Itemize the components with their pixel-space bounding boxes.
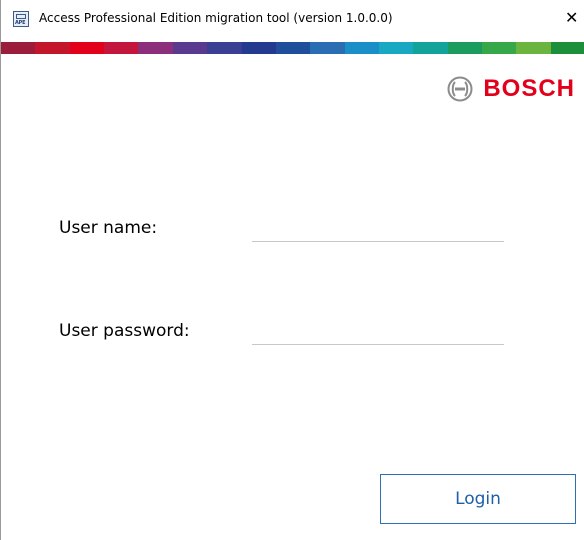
user-name-label: User name: [59,218,158,238]
app-icon: APE [13,11,29,27]
brand-color-segment [447,42,483,54]
brand-color-segment [516,42,551,54]
brand-color-segment [138,42,173,54]
brand-color-segment [482,42,517,54]
bosch-armature-icon [447,76,473,102]
window-title: Access Professional Edition migration to… [39,11,393,25]
brand-color-segment [104,42,139,54]
brand-color-segment [35,42,70,54]
app-icon-label: APE [15,20,26,26]
close-button[interactable]: ✕ [565,6,584,30]
user-password-label: User password: [59,321,190,341]
login-button[interactable]: Login [380,474,576,524]
user-password-field[interactable] [252,318,504,345]
brand-color-segment [1,42,36,54]
title-bar[interactable]: APE Access Professional Edition migratio… [1,0,584,42]
brand-color-segment [550,42,584,54]
brand-color-segment [207,42,242,54]
brand-color-segment [413,42,448,54]
brand-color-segment [69,42,105,54]
brand-color-segment [172,42,208,54]
user-name-field[interactable] [252,215,504,242]
app-icon-grid [16,14,26,19]
brand-color-segment [241,42,276,54]
logo-text: BOSCH [483,75,575,102]
brand-color-segment [378,42,414,54]
bosch-logo: BOSCH [447,74,575,104]
brand-color-segment [344,42,379,54]
brand-color-segment [310,42,345,54]
brand-color-segment [275,42,311,54]
close-icon: ✕ [565,8,579,27]
login-window: APE Access Professional Edition migratio… [0,0,584,540]
brand-color-bar [1,42,584,54]
